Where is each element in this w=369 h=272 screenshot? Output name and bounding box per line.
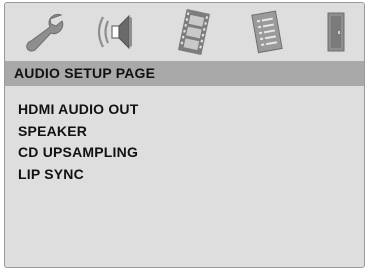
setup-menu-panel: AUDIO SETUP PAGE HDMI AUDIO OUT SPEAKER … [4, 2, 365, 268]
document-icon[interactable] [237, 9, 295, 55]
speaker-icon[interactable] [89, 9, 147, 55]
page-title: AUDIO SETUP PAGE [14, 65, 156, 81]
page-title-bar: AUDIO SETUP PAGE [5, 61, 364, 86]
menu-item-speaker[interactable]: SPEAKER [18, 121, 139, 143]
film-icon[interactable] [165, 9, 223, 55]
menu-item-cd-upsampling[interactable]: CD UPSAMPLING [18, 142, 139, 164]
menu-item-lip-sync[interactable]: LIP SYNC [18, 164, 139, 186]
menu-item-hdmi-audio-out[interactable]: HDMI AUDIO OUT [18, 99, 139, 121]
door-exit-icon[interactable] [307, 9, 364, 55]
wrench-icon[interactable] [17, 9, 75, 55]
audio-setup-menu: HDMI AUDIO OUT SPEAKER CD UPSAMPLING LIP… [18, 99, 139, 185]
setup-icon-bar [5, 3, 364, 61]
